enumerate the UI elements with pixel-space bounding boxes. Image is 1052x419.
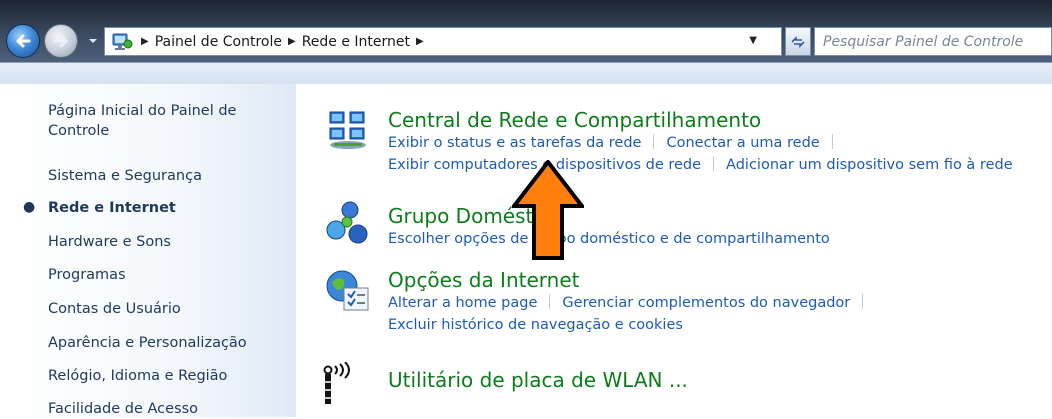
category-links-row1: Escolher opções de grupo doméstico e de …: [388, 228, 830, 250]
sidebar-item-contas-usuario[interactable]: Contas de Usuário: [48, 299, 181, 319]
dropdown-arrow-icon: [89, 39, 97, 43]
category-internet-options: Opções da Internet Alterar a home page Ge…: [388, 268, 875, 336]
network-sharing-icon: [329, 111, 366, 149]
link-connect-network[interactable]: Conectar a uma rede: [666, 135, 819, 151]
breadcrumb-separator[interactable]: ▶: [416, 36, 424, 47]
link-divider: [831, 134, 833, 149]
link-divider: [713, 156, 715, 171]
toolbar-strip: [0, 62, 1052, 85]
orange-up-arrow-icon: [512, 160, 584, 260]
category-title-homegroup[interactable]: Grupo Doméstico: [388, 204, 830, 228]
address-bar: ▶ Painel de Controle ▶ Rede e Internet ▶…: [0, 0, 1052, 85]
category-title-network-sharing[interactable]: Central de Rede e Compartilhamento: [388, 108, 1013, 132]
sidebar-item-hardware-sons[interactable]: Hardware e Sons: [48, 232, 171, 252]
search-placeholder: Pesquisar Painel de Controle: [823, 33, 1024, 50]
sidebar-item-relogio-idioma[interactable]: Relógio, Idioma e Região: [48, 366, 227, 386]
category-links-row2: Excluir histórico de navegação e cookies: [388, 314, 875, 336]
control-panel-icon: [109, 31, 135, 53]
back-arrow-icon: [16, 34, 31, 48]
link-homegroup-options[interactable]: Escolher opções de grupo doméstico e de …: [388, 231, 830, 247]
address-dropdown-icon[interactable]: ▼: [749, 35, 757, 46]
sidebar-item-programas[interactable]: Programas: [48, 265, 126, 285]
sidebar-item-label-line2: Controle: [48, 123, 110, 139]
category-wlan-utility: Utilitário de placa de WLAN ...: [388, 368, 688, 392]
category-links-row1: Exibir o status e as tarefas da rede Cone…: [388, 132, 1013, 154]
sidebar-item-facilidade-acesso[interactable]: Facilidade de Acesso: [48, 399, 198, 419]
forward-button[interactable]: [44, 24, 78, 58]
category-links-row1: Alterar a home page Gerenciar complemento…: [388, 292, 875, 314]
refresh-icon: [791, 35, 805, 48]
link-delete-history[interactable]: Excluir histórico de navegação e cookies: [388, 317, 683, 333]
sidebar-item-home[interactable]: Página Inicial do Painel de Controle: [48, 101, 236, 141]
category-homegroup: Grupo Doméstico Escolher opções de grupo…: [388, 204, 830, 250]
category-title-wlan-utility[interactable]: Utilitário de placa de WLAN ...: [388, 368, 688, 392]
category-links-row2: Exibir computadores e dispositivos de re…: [388, 154, 1013, 176]
refresh-button[interactable]: [785, 27, 811, 56]
link-divider: [862, 294, 864, 309]
left-navigation-pane: Página Inicial do Painel de Controle Sis…: [0, 84, 296, 417]
back-button[interactable]: [6, 24, 40, 58]
link-divider: [653, 134, 655, 149]
sidebar-item-rede-internet[interactable]: Rede e Internet: [48, 198, 176, 218]
category-network-sharing: Central de Rede e Compartilhamento Exibi…: [388, 108, 1013, 176]
forward-arrow-icon: [53, 34, 68, 48]
category-title-internet-options[interactable]: Opções da Internet: [388, 268, 875, 292]
breadcrumb-separator[interactable]: ▶: [288, 36, 296, 47]
history-dropdown-button[interactable]: [86, 30, 100, 52]
breadcrumb-rede-e-internet[interactable]: Rede e Internet: [302, 34, 410, 50]
link-add-wireless-device[interactable]: Adicionar um dispositivo sem fio à rede: [726, 157, 1013, 173]
search-input[interactable]: Pesquisar Painel de Controle: [814, 27, 1052, 56]
sidebar-item-sistema-seguranca[interactable]: Sistema e Segurança: [48, 166, 202, 186]
homegroup-icon: [326, 201, 368, 244]
breadcrumb-painel-de-controle[interactable]: Painel de Controle: [155, 34, 282, 50]
wlan-utility-icon: [323, 362, 350, 404]
internet-options-icon: [326, 270, 369, 311]
sidebar-item-label: Página Inicial do Painel de: [48, 103, 237, 119]
sidebar-item-aparencia[interactable]: Aparência e Personalização: [48, 333, 247, 353]
breadcrumb-separator[interactable]: ▶: [141, 36, 149, 47]
content-pane: Central de Rede e Compartilhamento Exibi…: [296, 84, 1052, 417]
link-manage-addons[interactable]: Gerenciar complementos do navegador: [562, 295, 850, 311]
link-divider: [549, 294, 551, 309]
current-item-bullet: ●: [23, 199, 36, 215]
link-view-network-status[interactable]: Exibir o status e as tarefas da rede: [388, 135, 641, 151]
address-field[interactable]: ▶ Painel de Controle ▶ Rede e Internet ▶…: [104, 27, 782, 56]
link-change-home-page[interactable]: Alterar a home page: [388, 295, 537, 311]
